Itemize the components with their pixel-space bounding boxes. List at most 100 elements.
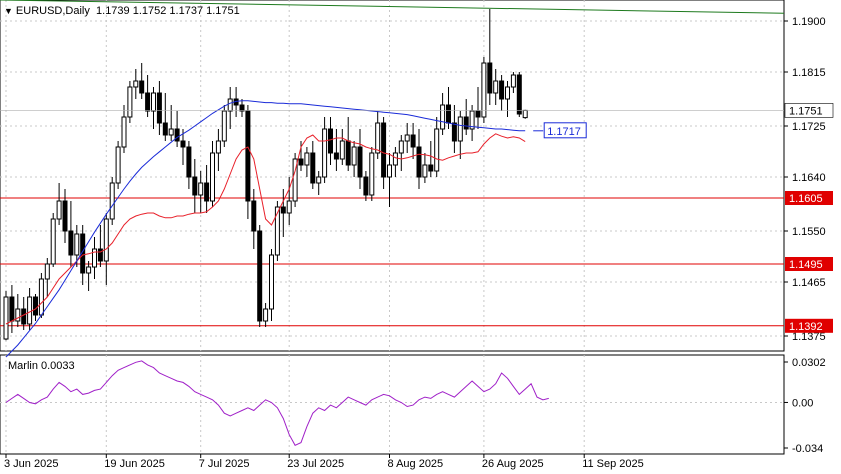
candle-body (27, 296, 33, 325)
level-tag-label: 1.1605 (789, 193, 823, 205)
candle-body (168, 128, 174, 136)
candle-body (440, 104, 446, 130)
candle-body (33, 296, 38, 316)
candle-body (310, 152, 316, 184)
last-price-label: 1.1751 (789, 105, 823, 117)
candle-body (115, 146, 121, 184)
candle-body (86, 266, 92, 274)
candle-body (516, 74, 522, 115)
candle-body (328, 128, 333, 154)
x-tick-label: 8 Aug 2025 (388, 458, 444, 470)
candle-body (286, 200, 292, 214)
x-tick-label: 3 Jun 2025 (4, 458, 58, 470)
candle-body (109, 182, 115, 220)
candle-body (103, 218, 109, 262)
candle-body (381, 122, 387, 178)
candle-body (333, 152, 339, 160)
candle-body (493, 80, 499, 94)
candle-body (410, 134, 416, 148)
symbol-label: EURUSD,Daily (15, 5, 90, 17)
candle-body (428, 164, 434, 172)
ma-label-value: 1.1717 (547, 126, 581, 138)
candle-body (339, 140, 345, 160)
candle-body (227, 98, 233, 112)
y-tick-label: 1.1725 (792, 121, 826, 133)
candle-body (198, 182, 204, 196)
candle-body (269, 254, 274, 310)
x-tick-label: 19 Jun 2025 (104, 458, 165, 470)
ohlc-values: 1.1739 1.1752 1.1737 1.1751 (96, 5, 240, 17)
osc-tick-label: -0.034 (792, 443, 823, 455)
level-tag-label: 1.1495 (789, 259, 823, 271)
candle-body (68, 230, 74, 256)
candle-body (510, 74, 516, 88)
x-tick-label: 7 Jul 2025 (199, 458, 250, 470)
candle-body (44, 263, 50, 280)
candle-body (422, 164, 428, 178)
candle-body (121, 116, 127, 148)
candle-body (345, 140, 351, 166)
level-tag-label: 1.1392 (789, 321, 823, 333)
candle-body (21, 308, 27, 325)
candle-body (174, 128, 180, 142)
candle-body (127, 86, 133, 118)
candle-body (505, 86, 510, 100)
candle-body (499, 80, 505, 100)
candle-body (186, 146, 192, 178)
candle-body (363, 176, 369, 196)
candle-body (481, 62, 487, 118)
candle-body (263, 308, 269, 322)
candle-body (251, 200, 257, 232)
candle-body (404, 134, 410, 142)
candle-body (280, 206, 286, 214)
candle-body (387, 164, 392, 178)
candle-body (50, 218, 56, 265)
chart-canvas[interactable]: 1.1900 1.1815 1.1725 1.1640 1.1550 1.1465 1.13… (0, 0, 841, 474)
y-tick-label: 1.1815 (792, 67, 826, 79)
candle-body (369, 152, 375, 196)
candle-body (9, 296, 15, 322)
candle-body (162, 122, 168, 136)
candle-body (74, 233, 80, 256)
candle-body (156, 92, 162, 124)
candle-body (316, 176, 322, 184)
candle-body (257, 230, 263, 322)
candle-body (475, 110, 481, 118)
candle-body (522, 109, 528, 119)
y-tick-label: 1.1465 (792, 277, 826, 289)
candle-body (245, 110, 251, 202)
chart-header: ▼ EURUSD,Daily 1.1739 1.1752 1.1737 1.175… (4, 5, 240, 17)
candle-body (274, 206, 280, 256)
y-tick-label: 1.1900 (792, 16, 826, 28)
candle-body (133, 80, 139, 88)
collapse-triangle-icon[interactable]: ▼ (4, 6, 13, 16)
x-tick-label: 26 Aug 2025 (482, 458, 544, 470)
candle-body (56, 200, 62, 220)
candle-body (298, 158, 304, 166)
candle-body (392, 152, 398, 166)
candle-body (463, 116, 469, 130)
candle-body (180, 140, 186, 148)
candle-body (322, 128, 328, 178)
candle-body (351, 146, 357, 166)
candle-body (215, 140, 221, 154)
indicator-panel (0, 354, 785, 455)
candle-body (375, 122, 381, 154)
candle-body (192, 176, 198, 196)
candle-body (416, 146, 422, 178)
candle-body (357, 146, 363, 178)
candle-body (38, 278, 44, 316)
y-tick-label: 1.1640 (792, 172, 826, 184)
osc-tick-label: 0.0302 (792, 357, 826, 369)
y-tick-label: 1.1550 (792, 226, 826, 238)
osc-tick-label: 0.00 (792, 397, 813, 409)
candle-body (210, 152, 215, 202)
x-tick-label: 23 Jul 2025 (287, 458, 344, 470)
candle-body (446, 104, 451, 124)
candle-body (145, 92, 151, 112)
candle-body (457, 116, 463, 142)
candle-body (434, 128, 440, 172)
candle-body (3, 296, 9, 340)
candle-body (62, 200, 68, 232)
indicator-label: Marlin 0.0033 (8, 360, 75, 372)
